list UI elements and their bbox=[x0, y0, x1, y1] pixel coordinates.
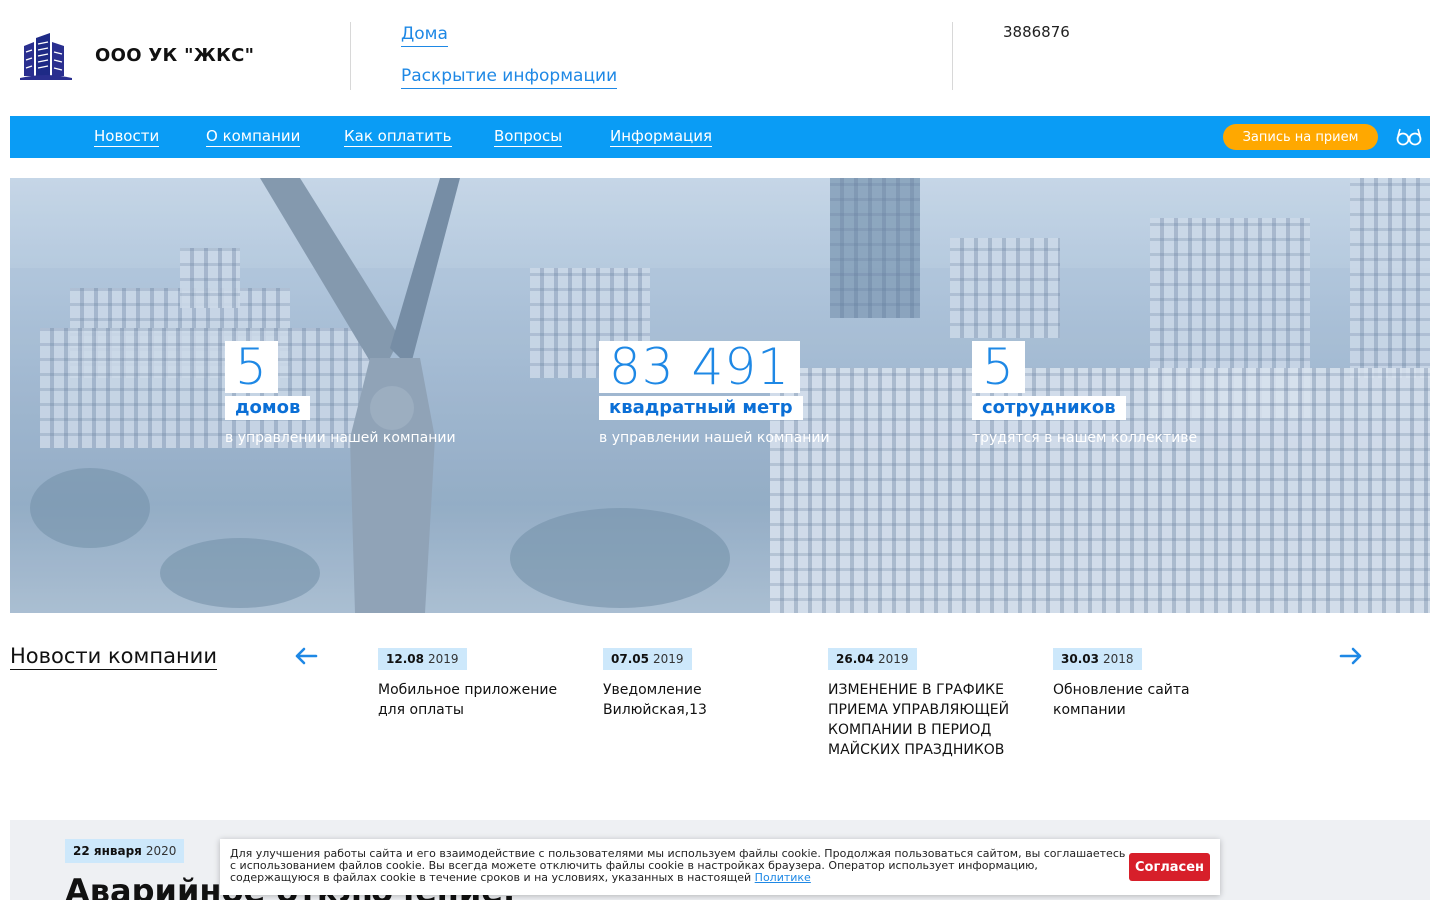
news-item[interactable]: 30.03 2018 Обновление сайта компании bbox=[1053, 648, 1253, 720]
nav-item-payment[interactable]: Как оплатить bbox=[344, 127, 452, 147]
stat-description: в управлении нашей компании bbox=[599, 430, 830, 446]
stat-number: 5 bbox=[225, 341, 278, 393]
cookie-agree-button[interactable]: Согласен bbox=[1129, 853, 1210, 881]
link-disclosure[interactable]: Раскрытие информации bbox=[401, 66, 618, 89]
nav-item-news[interactable]: Новости bbox=[94, 127, 160, 147]
news-date-year: 2019 bbox=[652, 652, 684, 666]
stat-area: 83 491 квадратный метр в управлении наше… bbox=[599, 341, 830, 446]
stat-unit: домов bbox=[225, 396, 311, 420]
main-nav: Новости О компании Как оплатить Вопросы … bbox=[10, 116, 1430, 158]
company-name[interactable]: ООО УК "ЖКС" bbox=[95, 45, 254, 66]
cookie-banner: Для улучшения работы сайта и его взаимод… bbox=[220, 839, 1220, 895]
news-section-title[interactable]: Новости компании bbox=[10, 644, 217, 670]
header-divider bbox=[350, 22, 351, 90]
featured-date: 22 января 2020 bbox=[65, 839, 185, 863]
news-date-year: 2018 bbox=[1102, 652, 1134, 666]
news-date: 30.03 2018 bbox=[1053, 648, 1142, 670]
policy-link[interactable]: Политике bbox=[755, 871, 811, 884]
news-date-day: 30.03 bbox=[1061, 652, 1099, 666]
news-date-year: 2019 bbox=[877, 652, 909, 666]
stat-houses: 5 домов в управлении нашей компании bbox=[225, 341, 456, 446]
news-link[interactable]: Уведомление Вилюйская,13 bbox=[603, 680, 803, 720]
arrow-right-icon[interactable] bbox=[1339, 646, 1363, 666]
news-date: 07.05 2019 bbox=[603, 648, 692, 670]
arrow-left-icon[interactable] bbox=[294, 646, 318, 666]
cookie-text: Для улучшения работы сайта и его взаимод… bbox=[230, 848, 1130, 884]
news-date-year: 2019 bbox=[427, 652, 459, 666]
news-item[interactable]: 12.08 2019 Мобильное приложение для оплат… bbox=[378, 648, 578, 720]
site-header: ООО УК "ЖКС" Дома Раскрытие информации 3… bbox=[0, 0, 1440, 116]
stat-number: 5 bbox=[972, 341, 1025, 393]
nav-item-questions[interactable]: Вопросы bbox=[494, 127, 563, 147]
news-item[interactable]: 26.04 2019 ИЗМЕНЕНИЕ В ГРАФИКЕ ПРИЕМА УПР… bbox=[828, 648, 1028, 760]
news-link[interactable]: Мобильное приложение для оплаты bbox=[378, 680, 578, 720]
stat-number: 83 491 bbox=[599, 341, 800, 393]
news-date: 12.08 2019 bbox=[378, 648, 467, 670]
nav-item-info[interactable]: Информация bbox=[610, 127, 713, 147]
featured-date-year: 2020 bbox=[145, 844, 177, 858]
phone-number[interactable]: 3886876 bbox=[1003, 23, 1070, 41]
news-date: 26.04 2019 bbox=[828, 648, 917, 670]
cookie-message: Для улучшения работы сайта и его взаимод… bbox=[230, 847, 1126, 884]
nav-item-about[interactable]: О компании bbox=[206, 127, 301, 147]
news-date-day: 26.04 bbox=[836, 652, 874, 666]
stat-unit: квадратный метр bbox=[599, 396, 803, 420]
header-divider bbox=[952, 22, 953, 90]
hero-banner: 5 домов в управлении нашей компании 83 4… bbox=[10, 178, 1430, 613]
building-logo-icon[interactable] bbox=[20, 32, 72, 80]
news-item[interactable]: 07.05 2019 Уведомление Вилюйская,13 bbox=[603, 648, 803, 720]
appointment-button[interactable]: Запись на прием bbox=[1223, 124, 1378, 150]
stat-employees: 5 сотрудников трудятся в нашем коллектив… bbox=[972, 341, 1197, 446]
stat-description: в управлении нашей компании bbox=[225, 430, 456, 446]
stat-description: трудятся в нашем коллективе bbox=[972, 430, 1198, 446]
news-link[interactable]: ИЗМЕНЕНИЕ В ГРАФИКЕ ПРИЕМА УПРАВЛЯЮЩЕЙ К… bbox=[828, 680, 1028, 760]
news-date-day: 07.05 bbox=[611, 652, 649, 666]
stat-unit: сотрудников bbox=[972, 396, 1126, 420]
link-houses[interactable]: Дома bbox=[401, 24, 448, 47]
accessibility-glasses-icon[interactable] bbox=[1396, 127, 1422, 147]
news-link[interactable]: Обновление сайта компании bbox=[1053, 680, 1253, 720]
news-date-day: 12.08 bbox=[386, 652, 424, 666]
featured-date-day: 22 января bbox=[73, 844, 142, 858]
